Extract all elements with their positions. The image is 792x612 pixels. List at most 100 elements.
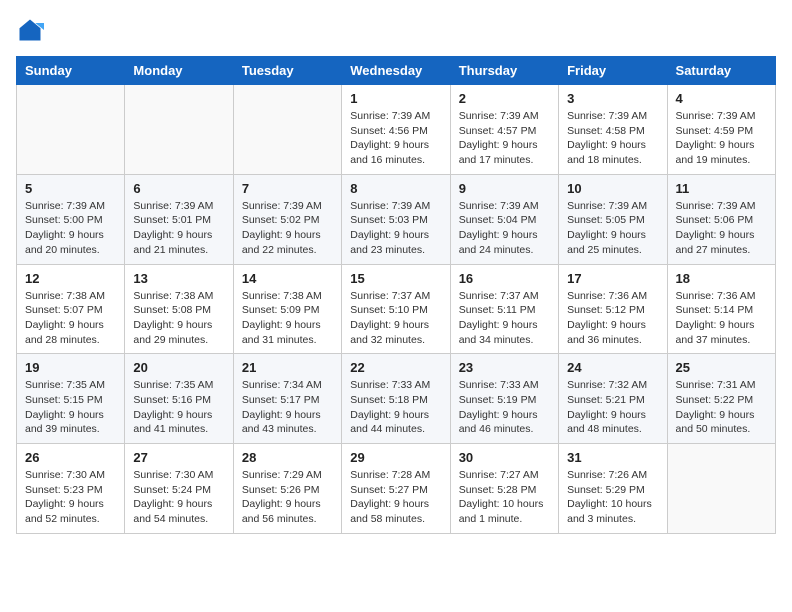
day-number: 17 <box>567 271 658 286</box>
table-cell: 22 Sunrise: 7:33 AM Sunset: 5:18 PM Dayli… <box>342 354 450 444</box>
day-info: Sunrise: 7:38 AM Sunset: 5:07 PM Dayligh… <box>25 289 116 348</box>
day-number: 9 <box>459 181 550 196</box>
day-number: 23 <box>459 360 550 375</box>
day-info: Sunrise: 7:38 AM Sunset: 5:09 PM Dayligh… <box>242 289 333 348</box>
table-cell: 11 Sunrise: 7:39 AM Sunset: 5:06 PM Dayli… <box>667 174 775 264</box>
day-info: Sunrise: 7:39 AM Sunset: 5:05 PM Dayligh… <box>567 199 658 258</box>
day-info: Sunrise: 7:33 AM Sunset: 5:18 PM Dayligh… <box>350 378 441 437</box>
day-number: 18 <box>676 271 767 286</box>
day-number: 14 <box>242 271 333 286</box>
table-cell: 3 Sunrise: 7:39 AM Sunset: 4:58 PM Daylig… <box>559 85 667 175</box>
day-number: 1 <box>350 91 441 106</box>
table-cell: 24 Sunrise: 7:32 AM Sunset: 5:21 PM Dayli… <box>559 354 667 444</box>
table-cell: 31Sunrise: 7:26 AM Sunset: 5:29 PM Dayli… <box>559 444 667 534</box>
day-info: Sunrise: 7:39 AM Sunset: 5:00 PM Dayligh… <box>25 199 116 258</box>
day-number: 30 <box>459 450 550 465</box>
calendar-header-row: SundayMondayTuesdayWednesdayThursdayFrid… <box>17 57 776 85</box>
day-number: 25 <box>676 360 767 375</box>
table-cell: 8Sunrise: 7:39 AM Sunset: 5:03 PM Daylig… <box>342 174 450 264</box>
day-number: 28 <box>242 450 333 465</box>
day-info: Sunrise: 7:34 AM Sunset: 5:17 PM Dayligh… <box>242 378 333 437</box>
day-info: Sunrise: 7:39 AM Sunset: 4:59 PM Dayligh… <box>676 109 767 168</box>
table-cell: 1 Sunrise: 7:39 AM Sunset: 4:56 PM Daylig… <box>342 85 450 175</box>
day-info: Sunrise: 7:39 AM Sunset: 4:56 PM Dayligh… <box>350 109 441 168</box>
day-info: Sunrise: 7:39 AM Sunset: 4:57 PM Dayligh… <box>459 109 550 168</box>
week-row-1: 1 Sunrise: 7:39 AM Sunset: 4:56 PM Daylig… <box>17 85 776 175</box>
week-row-3: 12 Sunrise: 7:38 AM Sunset: 5:07 PM Dayli… <box>17 264 776 354</box>
day-info: Sunrise: 7:28 AM Sunset: 5:27 PM Dayligh… <box>350 468 441 527</box>
table-cell: 5 Sunrise: 7:39 AM Sunset: 5:00 PM Daylig… <box>17 174 125 264</box>
day-info: Sunrise: 7:29 AM Sunset: 5:26 PM Dayligh… <box>242 468 333 527</box>
day-number: 2 <box>459 91 550 106</box>
table-cell: 26 Sunrise: 7:30 AM Sunset: 5:23 PM Dayli… <box>17 444 125 534</box>
day-number: 13 <box>133 271 224 286</box>
table-cell: 10 Sunrise: 7:39 AM Sunset: 5:05 PM Dayli… <box>559 174 667 264</box>
table-cell <box>233 85 341 175</box>
table-cell: 27Sunrise: 7:30 AM Sunset: 5:24 PM Dayli… <box>125 444 233 534</box>
day-info: Sunrise: 7:36 AM Sunset: 5:14 PM Dayligh… <box>676 289 767 348</box>
day-number: 11 <box>676 181 767 196</box>
header-friday: Friday <box>559 57 667 85</box>
day-info: Sunrise: 7:30 AM Sunset: 5:23 PM Dayligh… <box>25 468 116 527</box>
day-number: 4 <box>676 91 767 106</box>
header-saturday: Saturday <box>667 57 775 85</box>
day-number: 26 <box>25 450 116 465</box>
table-cell: 2 Sunrise: 7:39 AM Sunset: 4:57 PM Daylig… <box>450 85 558 175</box>
day-info: Sunrise: 7:39 AM Sunset: 5:04 PM Dayligh… <box>459 199 550 258</box>
table-cell <box>125 85 233 175</box>
day-info: Sunrise: 7:33 AM Sunset: 5:19 PM Dayligh… <box>459 378 550 437</box>
day-info: Sunrise: 7:39 AM Sunset: 5:03 PM Dayligh… <box>350 199 441 258</box>
day-number: 10 <box>567 181 658 196</box>
table-cell: 29Sunrise: 7:28 AM Sunset: 5:27 PM Dayli… <box>342 444 450 534</box>
table-cell: 6 Sunrise: 7:39 AM Sunset: 5:01 PM Daylig… <box>125 174 233 264</box>
table-cell: 28 Sunrise: 7:29 AM Sunset: 5:26 PM Dayli… <box>233 444 341 534</box>
day-info: Sunrise: 7:26 AM Sunset: 5:29 PM Dayligh… <box>567 468 658 527</box>
header-monday: Monday <box>125 57 233 85</box>
day-info: Sunrise: 7:37 AM Sunset: 5:11 PM Dayligh… <box>459 289 550 348</box>
day-number: 12 <box>25 271 116 286</box>
day-info: Sunrise: 7:35 AM Sunset: 5:15 PM Dayligh… <box>25 378 116 437</box>
day-number: 24 <box>567 360 658 375</box>
day-info: Sunrise: 7:38 AM Sunset: 5:08 PM Dayligh… <box>133 289 224 348</box>
table-cell: 14 Sunrise: 7:38 AM Sunset: 5:09 PM Dayli… <box>233 264 341 354</box>
day-number: 19 <box>25 360 116 375</box>
table-cell: 17Sunrise: 7:36 AM Sunset: 5:12 PM Dayli… <box>559 264 667 354</box>
table-cell: 23 Sunrise: 7:33 AM Sunset: 5:19 PM Dayli… <box>450 354 558 444</box>
table-cell: 9 Sunrise: 7:39 AM Sunset: 5:04 PM Daylig… <box>450 174 558 264</box>
day-info: Sunrise: 7:30 AM Sunset: 5:24 PM Dayligh… <box>133 468 224 527</box>
day-number: 20 <box>133 360 224 375</box>
day-info: Sunrise: 7:39 AM Sunset: 5:06 PM Dayligh… <box>676 199 767 258</box>
logo <box>16 16 48 44</box>
day-info: Sunrise: 7:39 AM Sunset: 5:02 PM Dayligh… <box>242 199 333 258</box>
day-info: Sunrise: 7:31 AM Sunset: 5:22 PM Dayligh… <box>676 378 767 437</box>
day-number: 3 <box>567 91 658 106</box>
day-number: 21 <box>242 360 333 375</box>
table-cell: 7Sunrise: 7:39 AM Sunset: 5:02 PM Daylig… <box>233 174 341 264</box>
logo-icon <box>16 16 44 44</box>
table-cell: 16Sunrise: 7:37 AM Sunset: 5:11 PM Dayli… <box>450 264 558 354</box>
day-number: 22 <box>350 360 441 375</box>
page-header <box>16 16 776 44</box>
table-cell <box>667 444 775 534</box>
day-info: Sunrise: 7:37 AM Sunset: 5:10 PM Dayligh… <box>350 289 441 348</box>
week-row-4: 19 Sunrise: 7:35 AM Sunset: 5:15 PM Dayli… <box>17 354 776 444</box>
header-tuesday: Tuesday <box>233 57 341 85</box>
day-number: 15 <box>350 271 441 286</box>
table-cell: 25 Sunrise: 7:31 AM Sunset: 5:22 PM Dayli… <box>667 354 775 444</box>
day-number: 5 <box>25 181 116 196</box>
table-cell: 4 Sunrise: 7:39 AM Sunset: 4:59 PM Daylig… <box>667 85 775 175</box>
table-cell: 15 Sunrise: 7:37 AM Sunset: 5:10 PM Dayli… <box>342 264 450 354</box>
calendar-table: SundayMondayTuesdayWednesdayThursdayFrid… <box>16 56 776 534</box>
day-info: Sunrise: 7:39 AM Sunset: 5:01 PM Dayligh… <box>133 199 224 258</box>
day-info: Sunrise: 7:35 AM Sunset: 5:16 PM Dayligh… <box>133 378 224 437</box>
week-row-5: 26 Sunrise: 7:30 AM Sunset: 5:23 PM Dayli… <box>17 444 776 534</box>
day-info: Sunrise: 7:27 AM Sunset: 5:28 PM Dayligh… <box>459 468 550 527</box>
day-info: Sunrise: 7:39 AM Sunset: 4:58 PM Dayligh… <box>567 109 658 168</box>
table-cell: 13 Sunrise: 7:38 AM Sunset: 5:08 PM Dayli… <box>125 264 233 354</box>
day-number: 6 <box>133 181 224 196</box>
week-row-2: 5 Sunrise: 7:39 AM Sunset: 5:00 PM Daylig… <box>17 174 776 264</box>
day-info: Sunrise: 7:32 AM Sunset: 5:21 PM Dayligh… <box>567 378 658 437</box>
table-cell: 18 Sunrise: 7:36 AM Sunset: 5:14 PM Dayli… <box>667 264 775 354</box>
table-cell: 20 Sunrise: 7:35 AM Sunset: 5:16 PM Dayli… <box>125 354 233 444</box>
table-cell: 21 Sunrise: 7:34 AM Sunset: 5:17 PM Dayli… <box>233 354 341 444</box>
